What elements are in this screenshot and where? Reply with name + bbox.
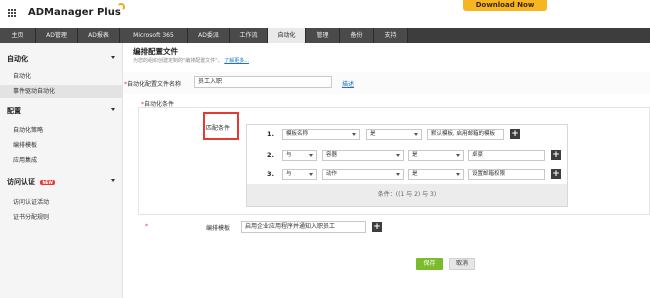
dropdown-arrow-icon [456,154,460,157]
tab-ad-delegation[interactable]: AD委派 [188,28,230,43]
sidebar-item-access-cert-campaign[interactable]: 访问认证活动 [0,196,122,209]
condition-value-field[interactable]: 默认模板, 启用邮箱的模板 [427,129,504,140]
add-template-icon[interactable]: + [372,222,382,232]
dropdown-arrow-icon [309,154,313,157]
page-title: 编排配置文件 [133,47,178,56]
profile-name-label: *自动化配置文件名称 [124,79,181,88]
select-value: 是 [412,152,418,158]
sidebar-section-access-certification[interactable]: 访问认证 NEW [7,177,122,187]
tab-ad-management[interactable]: AD管理 [36,28,78,43]
add-condition-icon[interactable]: + [551,169,561,179]
select-value: 是 [412,171,418,177]
apps-grid-icon[interactable] [8,9,17,18]
tab-workflow[interactable]: 工作流 [230,28,268,43]
condition-operator-select[interactable]: 是 [408,169,464,180]
tab-backup[interactable]: 备份 [340,28,374,43]
condition-value-field[interactable]: 设置邮箱权限 [468,169,545,180]
condition-field-select[interactable]: 动作 [322,169,404,180]
condition-expression: 条件：((1 与 2) 与 3) [247,184,567,206]
condition-number: 2. [267,151,274,159]
subtitle-text: 为您的组织创建定制的"编排配置文件"。 [133,58,223,64]
dropdown-arrow-icon [396,173,400,176]
sidebar: 自动化 自动化 事件驱动自动化 配置 自动化策略 编排模板 应用集成 访问认证 … [0,43,123,298]
condition-logic-select[interactable]: 与 [282,169,317,180]
select-value: 与 [286,171,292,177]
sidebar-item-automation-policy[interactable]: 自动化策略 [0,124,122,137]
condition-operator-select[interactable]: 是 [366,129,422,140]
sidebar-section-config[interactable]: 配置 [7,106,122,116]
select-value: 是 [370,131,376,137]
sidebar-section-automation[interactable]: 自动化 [7,54,122,64]
tab-ad-reports[interactable]: AD报表 [78,28,120,43]
add-condition-icon[interactable]: + [510,129,520,139]
sidebar-item-app-integration[interactable]: 应用集成 [0,154,122,167]
sidebar-item-orchestration-template[interactable]: 编排模板 [0,139,122,152]
template-label: 编排模板 [206,225,231,232]
chevron-down-icon [111,108,115,111]
select-value: 与 [286,152,292,158]
add-condition-icon[interactable]: + [551,150,561,160]
condition-value-field[interactable]: 卓豪 [468,150,545,161]
description-link[interactable]: 描述 [342,79,354,88]
profile-name-input[interactable]: 员工入职 [194,76,332,88]
template-field[interactable]: 启用企业应用程序并通知入职员工 [241,221,366,233]
tab-microsoft-365[interactable]: Microsoft 365 [120,28,188,43]
condition-logic-select[interactable]: 与 [282,150,317,161]
top-bar: ADManager Plus Download Now [0,0,650,28]
sidebar-section-label: 配置 [7,107,21,115]
dropdown-arrow-icon [309,173,313,176]
select-value: 动作 [326,171,338,177]
logo-arc-icon [117,3,125,11]
sidebar-section-label: 自动化 [7,55,28,63]
main-nav: 主页 AD管理 AD报表 Microsoft 365 AD委派 工作流 自动化 … [0,28,650,43]
required-marker: * [145,223,148,230]
download-now-button[interactable]: Download Now [463,0,547,11]
select-value: 模板名称 [286,131,309,137]
dropdown-arrow-icon [414,133,418,136]
sidebar-item-event-driven-automation[interactable]: 事件驱动自动化 [0,85,122,98]
dropdown-arrow-icon [352,133,356,136]
sidebar-item-automation[interactable]: 自动化 [0,70,122,83]
page-subtitle: 为您的组织创建定制的"编排配置文件"。 了解更多... [133,57,249,64]
app-window: ADManager Plus Download Now 主页 AD管理 AD报表… [0,0,650,298]
chevron-down-icon [111,56,115,59]
condition-field-select[interactable]: 容器 [322,150,404,161]
tab-automation[interactable]: 自动化 [268,28,306,43]
dropdown-arrow-icon [456,173,460,176]
condition-operator-select[interactable]: 是 [408,150,464,161]
tab-admin[interactable]: 管理 [306,28,340,43]
cancel-button[interactable]: 取消 [449,258,475,270]
tab-home[interactable]: 主页 [0,28,36,43]
new-badge: NEW [40,179,55,185]
sidebar-section-label: 访问认证 [7,178,35,186]
condition-number: 3. [267,170,274,178]
condition-number: 1. [267,130,274,138]
dropdown-arrow-icon [396,154,400,157]
product-logo: ADManager Plus [28,7,121,18]
highlight-box [203,112,239,140]
select-value: 容器 [326,152,338,158]
save-button[interactable]: 保存 [416,258,443,270]
tab-support[interactable]: 支持 [374,28,408,43]
condition-field-select[interactable]: 模板名称 [282,129,360,140]
profile-name-label-text: 自动化配置文件名称 [127,81,182,88]
learn-more-link[interactable]: 了解更多... [224,58,249,64]
chevron-down-icon [111,179,115,182]
sidebar-item-cert-assignment-rules[interactable]: 证书分配规则 [0,211,122,224]
